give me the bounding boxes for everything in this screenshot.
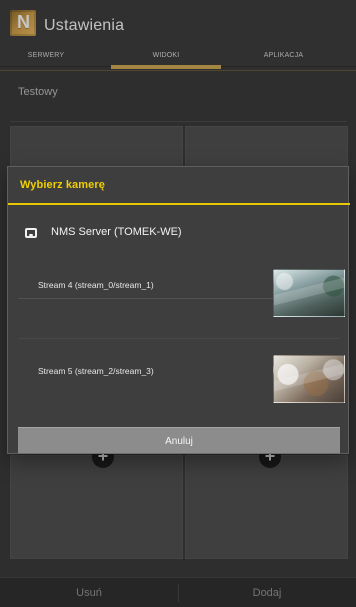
app-logo-icon	[10, 10, 36, 36]
camera-picker-dialog: Wybierz kamerę NMS Server (TOMEK-WE) Str…	[7, 166, 350, 454]
tab-bar: SERWERY WIDOKI APLIKACJA	[0, 46, 356, 66]
cancel-button-label: Anuluj	[165, 436, 193, 447]
view-cell-top-left[interactable]	[10, 126, 183, 168]
stream-thumbnail-image	[273, 355, 345, 403]
server-icon	[25, 228, 37, 238]
view-cell-top-right[interactable]	[185, 126, 348, 168]
cancel-button[interactable]: Anuluj	[18, 427, 340, 454]
delete-button[interactable]: Usuń	[0, 578, 178, 607]
dialog-title-divider	[8, 203, 350, 205]
view-cell-bottom-right[interactable]	[185, 455, 348, 559]
settings-screen: Ustawienia SERWERY WIDOKI APLIKACJA Test…	[0, 0, 356, 607]
tab-aplikacja[interactable]: APLIKACJA	[221, 46, 346, 66]
dialog-title: Wybierz kamerę	[20, 179, 105, 191]
stream-row[interactable]: Stream 5 (stream_2/stream_3)	[8, 346, 350, 404]
tab-serwery[interactable]: SERWERY	[0, 46, 92, 66]
server-row[interactable]: NMS Server (TOMEK-WE)	[8, 215, 350, 299]
app-bar: Ustawienia SERWERY WIDOKI APLIKACJA	[0, 0, 356, 71]
section-divider	[10, 121, 346, 122]
stream-thumbnail-image	[273, 269, 345, 317]
bottom-action-bar: Usuń Dodaj	[0, 577, 356, 607]
stream-label: Stream 4 (stream_0/stream_1)	[38, 280, 154, 290]
add-button[interactable]: Dodaj	[178, 578, 356, 607]
stream-label: Stream 5 (stream_2/stream_3)	[38, 366, 154, 376]
server-name: NMS Server (TOMEK-WE)	[51, 226, 182, 238]
stream-row[interactable]: Stream 4 (stream_0/stream_1)	[8, 260, 350, 318]
view-cell-bottom-left[interactable]	[10, 455, 183, 559]
stream-divider	[18, 338, 340, 339]
page-title: Ustawienia	[44, 17, 125, 34]
tab-widoki[interactable]: WIDOKI	[111, 46, 221, 66]
active-tab-indicator	[111, 65, 221, 69]
view-name-label: Testowy	[18, 86, 58, 98]
